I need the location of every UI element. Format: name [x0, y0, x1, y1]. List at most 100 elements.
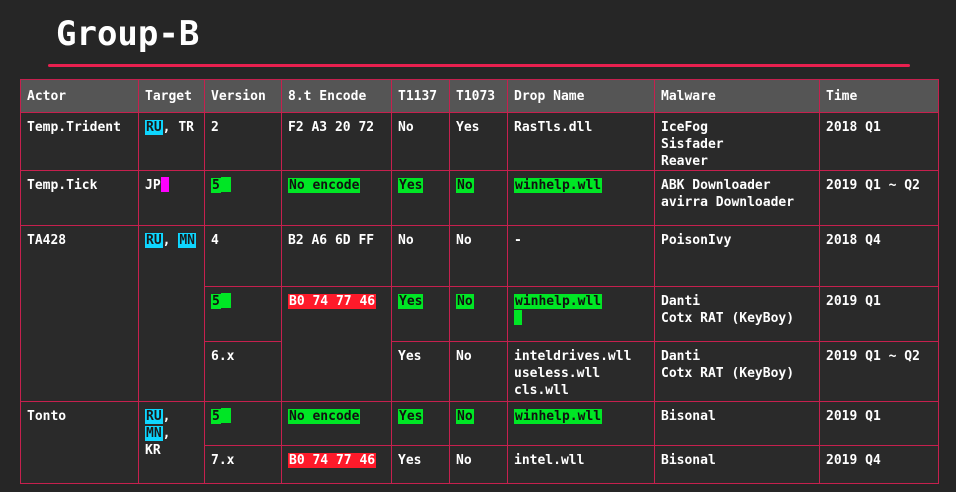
column-header-drop-name: Drop Name: [507, 79, 655, 113]
actor-cell: TA428: [20, 225, 139, 402]
target-country: MN: [145, 426, 163, 441]
t1073-cell: No: [449, 286, 508, 342]
table-row: Tonto RU, MN, KR 5 No encode Yes No winhe…: [20, 401, 939, 484]
malware-name: PoisonIvy: [661, 233, 732, 248]
actor-name: Tonto: [27, 409, 67, 424]
target-country: KR: [145, 443, 161, 458]
version-value: 6.x: [211, 349, 235, 364]
encode-cell: B0 74 77 46: [281, 445, 392, 484]
version-value: 5: [211, 294, 221, 309]
version-value: 5: [211, 409, 221, 424]
highlight-marker: [514, 310, 522, 325]
target-cell: RU, TR: [138, 112, 205, 171]
malware-name: Danti: [661, 349, 701, 364]
malware-cell: Danti Cotx RAT (KeyBoy): [654, 286, 820, 342]
t1073-value: No: [456, 178, 474, 193]
version-value: 2: [211, 120, 219, 135]
drop-name: winhelp.wll: [514, 409, 603, 424]
target-separator: ,: [162, 409, 171, 424]
t1137-value: No: [398, 233, 414, 248]
encode-cell: B0 74 77 46: [281, 286, 392, 402]
t1073-cell: No: [449, 225, 508, 287]
encode-value: No encode: [288, 409, 361, 424]
malware-cell: Bisonal: [654, 445, 820, 484]
target-cell: RU, MN, KR: [138, 401, 205, 484]
malware-name: Bisonal: [661, 453, 716, 468]
encode-value: B0 74 77 46: [288, 294, 377, 309]
malware-name: Reaver: [661, 154, 708, 169]
drop-name: winhelp.wll: [514, 294, 603, 309]
version-cell: 4: [204, 225, 282, 287]
drop-name: intel.wll: [514, 453, 585, 468]
t1137-cell: No: [391, 112, 450, 171]
drop-name-cell: intel.wll: [507, 445, 655, 484]
drop-name: winhelp.wll: [514, 178, 603, 193]
malware-name: Danti: [661, 294, 701, 309]
time-value: 2019 Q1: [826, 294, 881, 309]
time-cell: 2019 Q4: [819, 445, 939, 484]
t1137-value: Yes: [398, 294, 424, 309]
time-cell: 2019 Q1 ~ Q2: [819, 341, 939, 402]
time-value: 2018 Q1: [826, 120, 881, 135]
target-cell: RU, MN: [138, 225, 205, 402]
version-cell: 6.x: [204, 341, 282, 402]
drop-name: -: [514, 233, 522, 248]
t1073-cell: Yes: [449, 112, 508, 171]
column-header-encode: 8.t Encode: [281, 79, 392, 113]
page-title: Group-B: [56, 14, 200, 54]
malware-name: avirra Downloader: [661, 195, 795, 210]
encode-value: B2 A6 6D FF: [288, 233, 375, 248]
column-header-t1073: T1073: [449, 79, 508, 113]
t1073-value: No: [456, 453, 472, 468]
t1137-value: Yes: [398, 409, 424, 424]
target-separator: ,: [162, 233, 179, 248]
malware-name: ABK Downloader: [661, 178, 771, 193]
time-cell: 2018 Q4: [819, 225, 939, 287]
column-header-version: Version: [204, 79, 282, 113]
encode-value: No encode: [288, 178, 361, 193]
target-country: MN: [178, 233, 196, 248]
malware-cell: IceFog Sisfader Reaver: [654, 112, 820, 171]
version-value: 5: [211, 178, 221, 193]
time-cell: 2019 Q1 ~ Q2: [819, 170, 939, 226]
t1137-value: Yes: [398, 453, 422, 468]
t1137-value: Yes: [398, 349, 422, 364]
table-row: Temp.Trident RU, TR 2 F2 A3 20 72 No Yes…: [20, 112, 939, 171]
target-country: RU: [145, 409, 163, 424]
malware-name: Sisfader: [661, 137, 724, 152]
drop-name-cell: inteldrives.wll useless.wll cls.wll: [507, 341, 655, 402]
t1073-cell: No: [449, 445, 508, 484]
time-value: 2018 Q4: [826, 233, 881, 248]
actor-cell: Temp.Trident: [20, 112, 139, 171]
actor-cell: Tonto: [20, 401, 139, 484]
actor-name: Temp.Trident: [27, 120, 121, 135]
target-country: RU: [145, 233, 163, 248]
t1137-value: No: [398, 120, 414, 135]
column-header-malware: Malware: [654, 79, 820, 113]
column-header-time: Time: [819, 79, 939, 113]
title-underline: [48, 64, 910, 67]
version-cell: 2: [204, 112, 282, 171]
encode-cell: No encode: [281, 401, 392, 446]
version-cell: 5: [204, 286, 282, 342]
highlight-marker: [160, 177, 169, 192]
actor-name: TA428: [27, 233, 67, 248]
malware-name: Bisonal: [661, 409, 716, 424]
drop-name-highlight-tail: [514, 310, 648, 327]
time-value: 2019 Q1 ~ Q2: [826, 178, 920, 193]
time-value: 2019 Q1: [826, 409, 881, 424]
version-cell: 5: [204, 401, 282, 446]
actor-cell: Temp.Tick: [20, 170, 139, 226]
t1073-cell: No: [449, 341, 508, 402]
malware-name: IceFog: [661, 120, 708, 135]
encode-cell: No encode: [281, 170, 392, 226]
malware-cell: ABK Downloader avirra Downloader: [654, 170, 820, 226]
time-value: 2019 Q4: [826, 453, 881, 468]
t1137-cell: Yes: [391, 286, 450, 342]
t1137-value: Yes: [398, 178, 424, 193]
encode-cell: F2 A3 20 72: [281, 112, 392, 171]
t1073-value: No: [456, 294, 474, 309]
malware-name: Cotx RAT (KeyBoy): [661, 311, 795, 326]
malware-cell: Bisonal: [654, 401, 820, 446]
target-cell: JP: [138, 170, 205, 226]
